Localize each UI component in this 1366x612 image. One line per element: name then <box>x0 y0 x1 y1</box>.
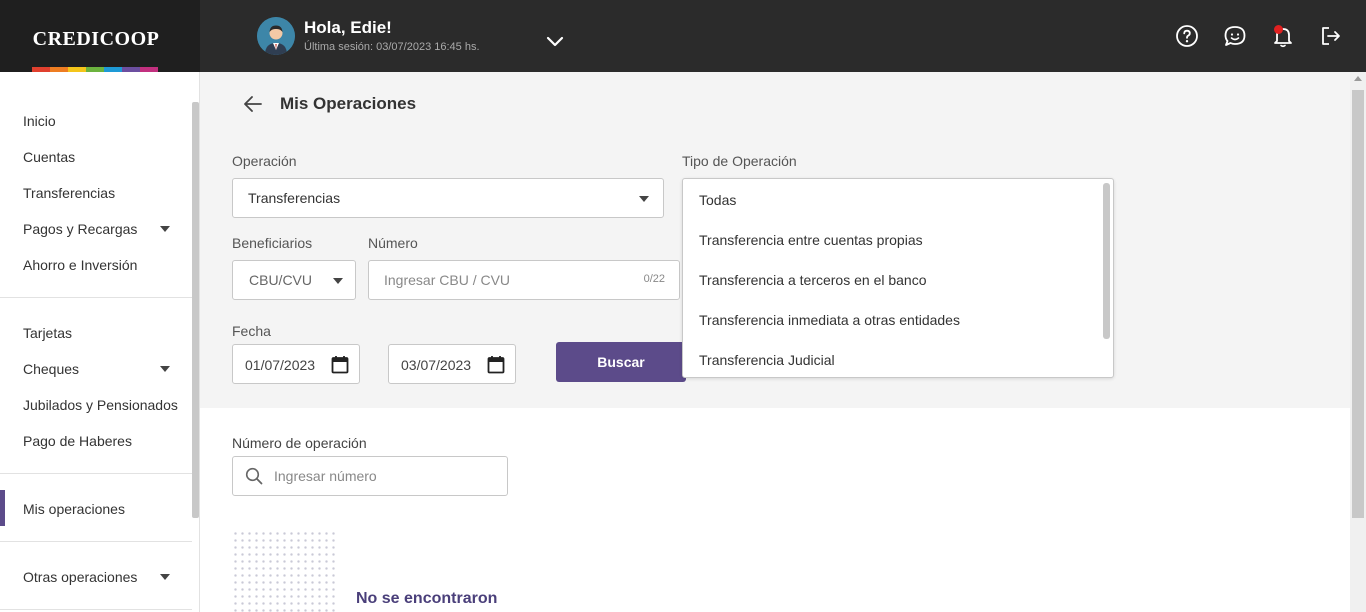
numero-operacion-input[interactable]: Ingresar número <box>232 456 508 496</box>
chevron-down-icon[interactable] <box>545 33 565 51</box>
option-todas[interactable]: Todas <box>699 192 736 208</box>
caret-down-icon[interactable] <box>160 574 170 580</box>
notification-dot <box>1274 25 1283 34</box>
sidebar-item-pago-haberes[interactable]: Pago de Haberes <box>23 433 132 449</box>
sidebar-divider <box>0 541 192 542</box>
sidebar-item-inicio[interactable]: Inicio <box>23 113 56 129</box>
back-arrow-icon[interactable] <box>242 94 264 114</box>
option-terceros-banco[interactable]: Transferencia a terceros en el banco <box>699 272 927 288</box>
logout-icon[interactable] <box>1319 24 1343 48</box>
calendar-icon[interactable] <box>331 355 349 374</box>
cbu-cvu-placeholder: Ingresar CBU / CVU <box>384 272 511 288</box>
beneficiarios-value: CBU/CVU <box>249 272 313 288</box>
numero-label: Número <box>368 235 418 251</box>
tipo-operacion-label: Tipo de Operación <box>682 153 797 169</box>
caret-down-icon[interactable] <box>160 226 170 232</box>
sidebar-item-transferencias[interactable]: Transferencias <box>23 185 115 201</box>
numero-operacion-label: Número de operación <box>232 435 367 451</box>
option-inmediata-otras-entidades[interactable]: Transferencia inmediata a otras entidade… <box>699 312 960 328</box>
page-title: Mis Operaciones <box>280 94 417 113</box>
empty-state-message: No se encontraron <box>356 590 498 607</box>
buscar-button[interactable]: Buscar <box>556 342 686 382</box>
scroll-up-arrow-icon[interactable] <box>1354 76 1362 81</box>
sidebar-item-jubilados[interactable]: Jubilados y Pensionados <box>23 397 178 413</box>
credicoop-logo: CREDICOOP <box>32 28 160 50</box>
caret-down-icon <box>333 278 343 284</box>
option-judicial[interactable]: Transferencia Judicial <box>699 352 835 368</box>
sidebar-scrollbar[interactable] <box>192 102 199 518</box>
sidebar-divider <box>0 297 192 298</box>
caret-down-icon <box>639 196 649 202</box>
sidebar: Inicio Cuentas Transferencias Pagos y Re… <box>0 72 200 612</box>
sidebar-item-cheques[interactable]: Cheques <box>23 361 79 377</box>
cbu-cvu-input[interactable]: Ingresar CBU / CVU 0/22 <box>368 260 680 300</box>
sidebar-divider <box>0 609 192 610</box>
date-to-input[interactable]: 03/07/2023 <box>388 344 516 384</box>
empty-state-illustration <box>232 530 338 612</box>
last-session-text: Última sesión: 03/07/2023 16:45 hs. <box>304 41 480 53</box>
search-icon <box>245 467 263 485</box>
char-counter: 0/22 <box>643 273 665 285</box>
fecha-label: Fecha <box>232 323 271 339</box>
operacion-label: Operación <box>232 153 297 169</box>
sidebar-item-otras-operaciones[interactable]: Otras operaciones <box>23 569 137 585</box>
operacion-value: Transferencias <box>248 190 341 206</box>
main-scrollbar-thumb[interactable] <box>1352 90 1364 518</box>
dropdown-scrollbar[interactable] <box>1103 183 1110 339</box>
tipo-operacion-dropdown[interactable]: Todas Transferencia entre cuentas propia… <box>682 178 1114 378</box>
beneficiarios-select[interactable]: CBU/CVU <box>232 260 356 300</box>
sidebar-item-tarjetas[interactable]: Tarjetas <box>23 325 72 341</box>
greeting: Hola, Edie! <box>304 18 392 37</box>
date-from-value: 01/07/2023 <box>245 357 316 373</box>
top-bar: CREDICOOP Hola, Edie! Última sesión: 03/… <box>0 0 1366 72</box>
help-icon[interactable] <box>1175 24 1199 48</box>
option-cuentas-propias[interactable]: Transferencia entre cuentas propias <box>699 232 923 248</box>
sidebar-divider <box>0 473 192 474</box>
sidebar-item-cuentas[interactable]: Cuentas <box>23 149 75 165</box>
sidebar-item-ahorro-inversion[interactable]: Ahorro e Inversión <box>23 257 137 273</box>
date-to-value: 03/07/2023 <box>401 357 472 373</box>
sidebar-item-mis-operaciones[interactable]: Mis operaciones <box>23 501 125 517</box>
numero-operacion-placeholder: Ingresar número <box>274 468 377 484</box>
beneficiarios-label: Beneficiarios <box>232 235 313 251</box>
caret-down-icon[interactable] <box>160 366 170 372</box>
date-from-input[interactable]: 01/07/2023 <box>232 344 360 384</box>
chat-icon[interactable] <box>1223 24 1247 48</box>
active-indicator <box>0 490 5 526</box>
calendar-icon[interactable] <box>487 355 505 374</box>
avatar[interactable] <box>257 17 295 55</box>
logo-area[interactable]: CREDICOOP <box>0 0 200 72</box>
operacion-select[interactable]: Transferencias <box>232 178 664 218</box>
sidebar-item-pagos-recargas[interactable]: Pagos y Recargas <box>23 221 137 237</box>
